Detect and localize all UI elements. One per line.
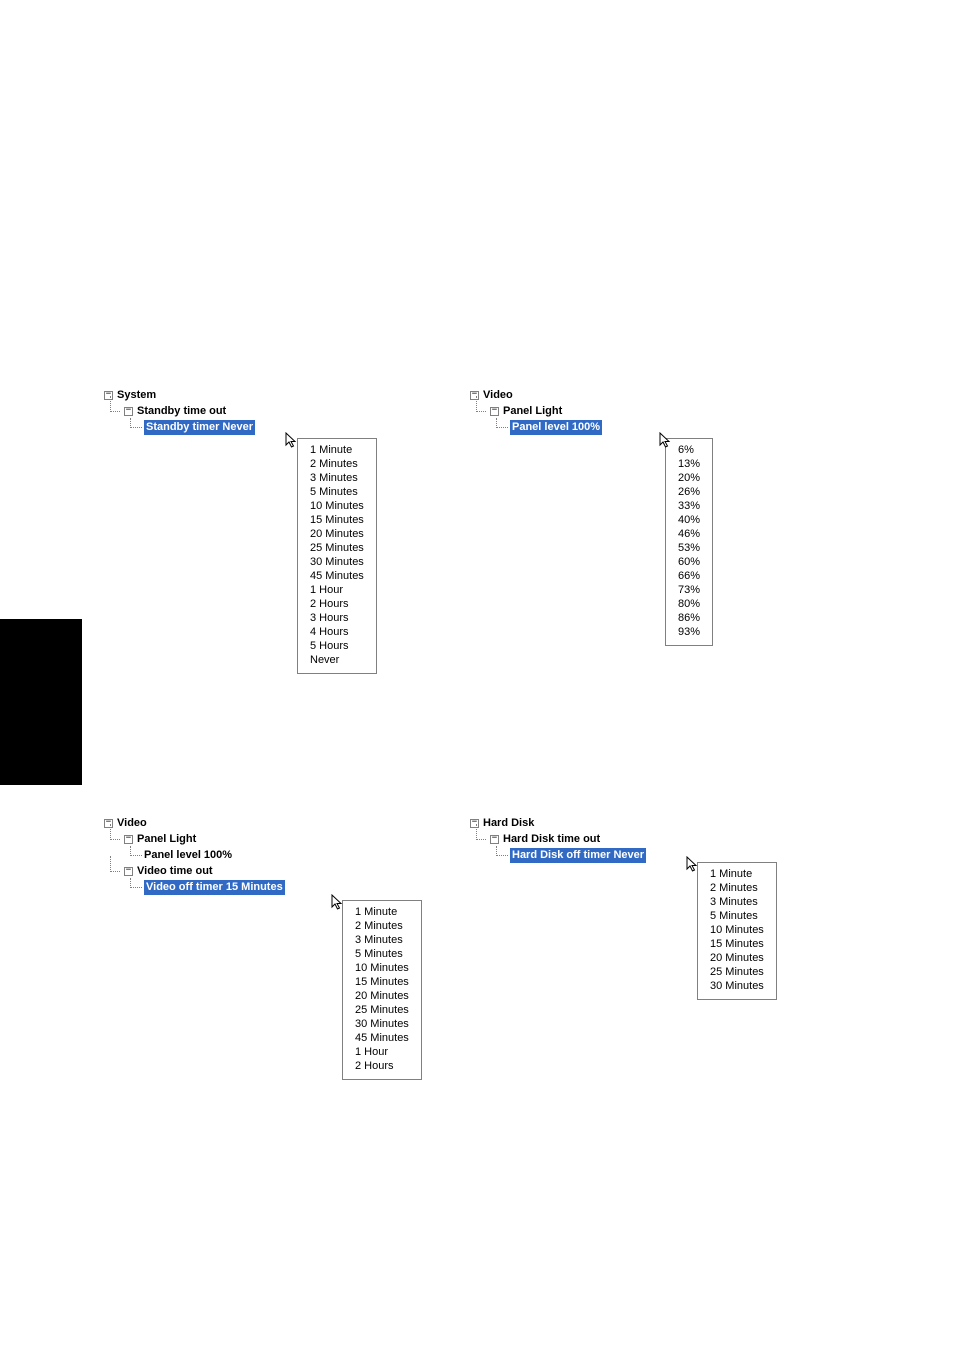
- menu-item[interactable]: 3 Minutes: [710, 895, 764, 909]
- menu-item[interactable]: 1 Hour: [355, 1045, 409, 1059]
- menu-item[interactable]: 15 Minutes: [355, 975, 409, 989]
- menu-item[interactable]: 45 Minutes: [310, 569, 364, 583]
- menu-item[interactable]: 1 Minute: [355, 905, 409, 919]
- dropdown-panel-level[interactable]: 6%13%20%26%33%40%46%53%60%66%73%80%86%93…: [665, 438, 713, 646]
- tree-label: System: [117, 389, 156, 401]
- menu-item[interactable]: 66%: [678, 569, 700, 583]
- menu-item[interactable]: 20 Minutes: [355, 989, 409, 1003]
- menu-item[interactable]: 53%: [678, 541, 700, 555]
- tree-leaf-standby-timer[interactable]: Standby timer Never: [144, 420, 255, 435]
- tree-label: Panel Light: [503, 405, 562, 417]
- tree-node-video[interactable]: Video: [104, 816, 285, 830]
- menu-item[interactable]: 86%: [678, 611, 700, 625]
- menu-item[interactable]: 26%: [678, 485, 700, 499]
- tree-node-panel-light[interactable]: Panel Light: [124, 832, 285, 846]
- menu-item[interactable]: 5 Hours: [310, 639, 364, 653]
- tree-node-standby-timeout[interactable]: Standby time out: [124, 404, 255, 418]
- menu-item[interactable]: 20 Minutes: [710, 951, 764, 965]
- menu-item[interactable]: 3 Minutes: [355, 933, 409, 947]
- collapse-icon[interactable]: [124, 407, 133, 416]
- menu-item[interactable]: 2 Minutes: [710, 881, 764, 895]
- tree-label: Panel Light: [137, 833, 196, 845]
- tree-video-panel-light: Video Panel Light Panel level 100%: [470, 388, 602, 435]
- tree-leaf-hard-disk-off-timer[interactable]: Hard Disk off timer Never: [510, 848, 646, 863]
- tree-label: Standby time out: [137, 405, 226, 417]
- menu-item[interactable]: 80%: [678, 597, 700, 611]
- menu-item[interactable]: Never: [310, 653, 364, 667]
- menu-item[interactable]: 33%: [678, 499, 700, 513]
- menu-item[interactable]: 5 Minutes: [355, 947, 409, 961]
- dropdown-standby-timer[interactable]: 1 Minute2 Minutes3 Minutes5 Minutes10 Mi…: [297, 438, 377, 674]
- menu-item[interactable]: 2 Hours: [355, 1059, 409, 1073]
- tree-label: Video: [117, 817, 147, 829]
- menu-item[interactable]: 1 Minute: [310, 443, 364, 457]
- menu-item[interactable]: 3 Hours: [310, 611, 364, 625]
- menu-item[interactable]: 46%: [678, 527, 700, 541]
- menu-item[interactable]: 5 Minutes: [310, 485, 364, 499]
- tree-node-video[interactable]: Video: [470, 388, 602, 402]
- menu-item[interactable]: 20 Minutes: [310, 527, 364, 541]
- menu-item[interactable]: 4 Hours: [310, 625, 364, 639]
- black-side-tab: [0, 619, 82, 785]
- tree-hard-disk: Hard Disk Hard Disk time out Hard Disk o…: [470, 816, 646, 863]
- menu-item[interactable]: 25 Minutes: [310, 541, 364, 555]
- tree-label: Hard Disk time out: [503, 833, 600, 845]
- menu-item[interactable]: 10 Minutes: [355, 961, 409, 975]
- menu-item[interactable]: 30 Minutes: [310, 555, 364, 569]
- menu-item[interactable]: 93%: [678, 625, 700, 639]
- menu-item[interactable]: 30 Minutes: [710, 979, 764, 993]
- tree-leaf-video-off-timer[interactable]: Video off timer 15 Minutes: [144, 880, 285, 895]
- tree-label: Hard Disk: [483, 817, 534, 829]
- menu-item[interactable]: 45 Minutes: [355, 1031, 409, 1045]
- menu-item[interactable]: 5 Minutes: [710, 909, 764, 923]
- tree-label: Video: [483, 389, 513, 401]
- menu-item[interactable]: 15 Minutes: [310, 513, 364, 527]
- menu-item[interactable]: 10 Minutes: [710, 923, 764, 937]
- menu-item[interactable]: 2 Minutes: [310, 457, 364, 471]
- tree-node-hard-disk[interactable]: Hard Disk: [470, 816, 646, 830]
- menu-item[interactable]: 15 Minutes: [710, 937, 764, 951]
- collapse-icon[interactable]: [124, 867, 133, 876]
- menu-item[interactable]: 10 Minutes: [310, 499, 364, 513]
- menu-item[interactable]: 73%: [678, 583, 700, 597]
- tree-leaf-panel-level[interactable]: Panel level 100%: [510, 420, 602, 435]
- tree-video-timeout: Video Panel Light Panel level 100% Video…: [104, 816, 285, 895]
- menu-item[interactable]: 20%: [678, 471, 700, 485]
- tree-label: Video time out: [137, 865, 213, 877]
- menu-item[interactable]: 2 Minutes: [355, 919, 409, 933]
- menu-item[interactable]: 25 Minutes: [355, 1003, 409, 1017]
- menu-item[interactable]: 3 Minutes: [310, 471, 364, 485]
- collapse-icon[interactable]: [490, 407, 499, 416]
- collapse-icon[interactable]: [124, 835, 133, 844]
- tree-leaf-panel-level[interactable]: Panel level 100%: [144, 849, 232, 861]
- menu-item[interactable]: 1 Hour: [310, 583, 364, 597]
- tree-node-panel-light[interactable]: Panel Light: [490, 404, 602, 418]
- menu-item[interactable]: 25 Minutes: [710, 965, 764, 979]
- tree-system-standby: System Standby time out Standby timer Ne…: [104, 388, 255, 435]
- menu-item[interactable]: 1 Minute: [710, 867, 764, 881]
- dropdown-video-off-timer[interactable]: 1 Minute2 Minutes3 Minutes5 Minutes10 Mi…: [342, 900, 422, 1080]
- menu-item[interactable]: 2 Hours: [310, 597, 364, 611]
- menu-item[interactable]: 40%: [678, 513, 700, 527]
- menu-item[interactable]: 30 Minutes: [355, 1017, 409, 1031]
- menu-item[interactable]: 60%: [678, 555, 700, 569]
- tree-node-system[interactable]: System: [104, 388, 255, 402]
- menu-item[interactable]: 13%: [678, 457, 700, 471]
- dropdown-hard-disk-off-timer[interactable]: 1 Minute2 Minutes3 Minutes5 Minutes10 Mi…: [697, 862, 777, 1000]
- tree-node-video-timeout[interactable]: Video time out: [124, 864, 285, 878]
- menu-item[interactable]: 6%: [678, 443, 700, 457]
- collapse-icon[interactable]: [490, 835, 499, 844]
- tree-node-hard-disk-timeout[interactable]: Hard Disk time out: [490, 832, 646, 846]
